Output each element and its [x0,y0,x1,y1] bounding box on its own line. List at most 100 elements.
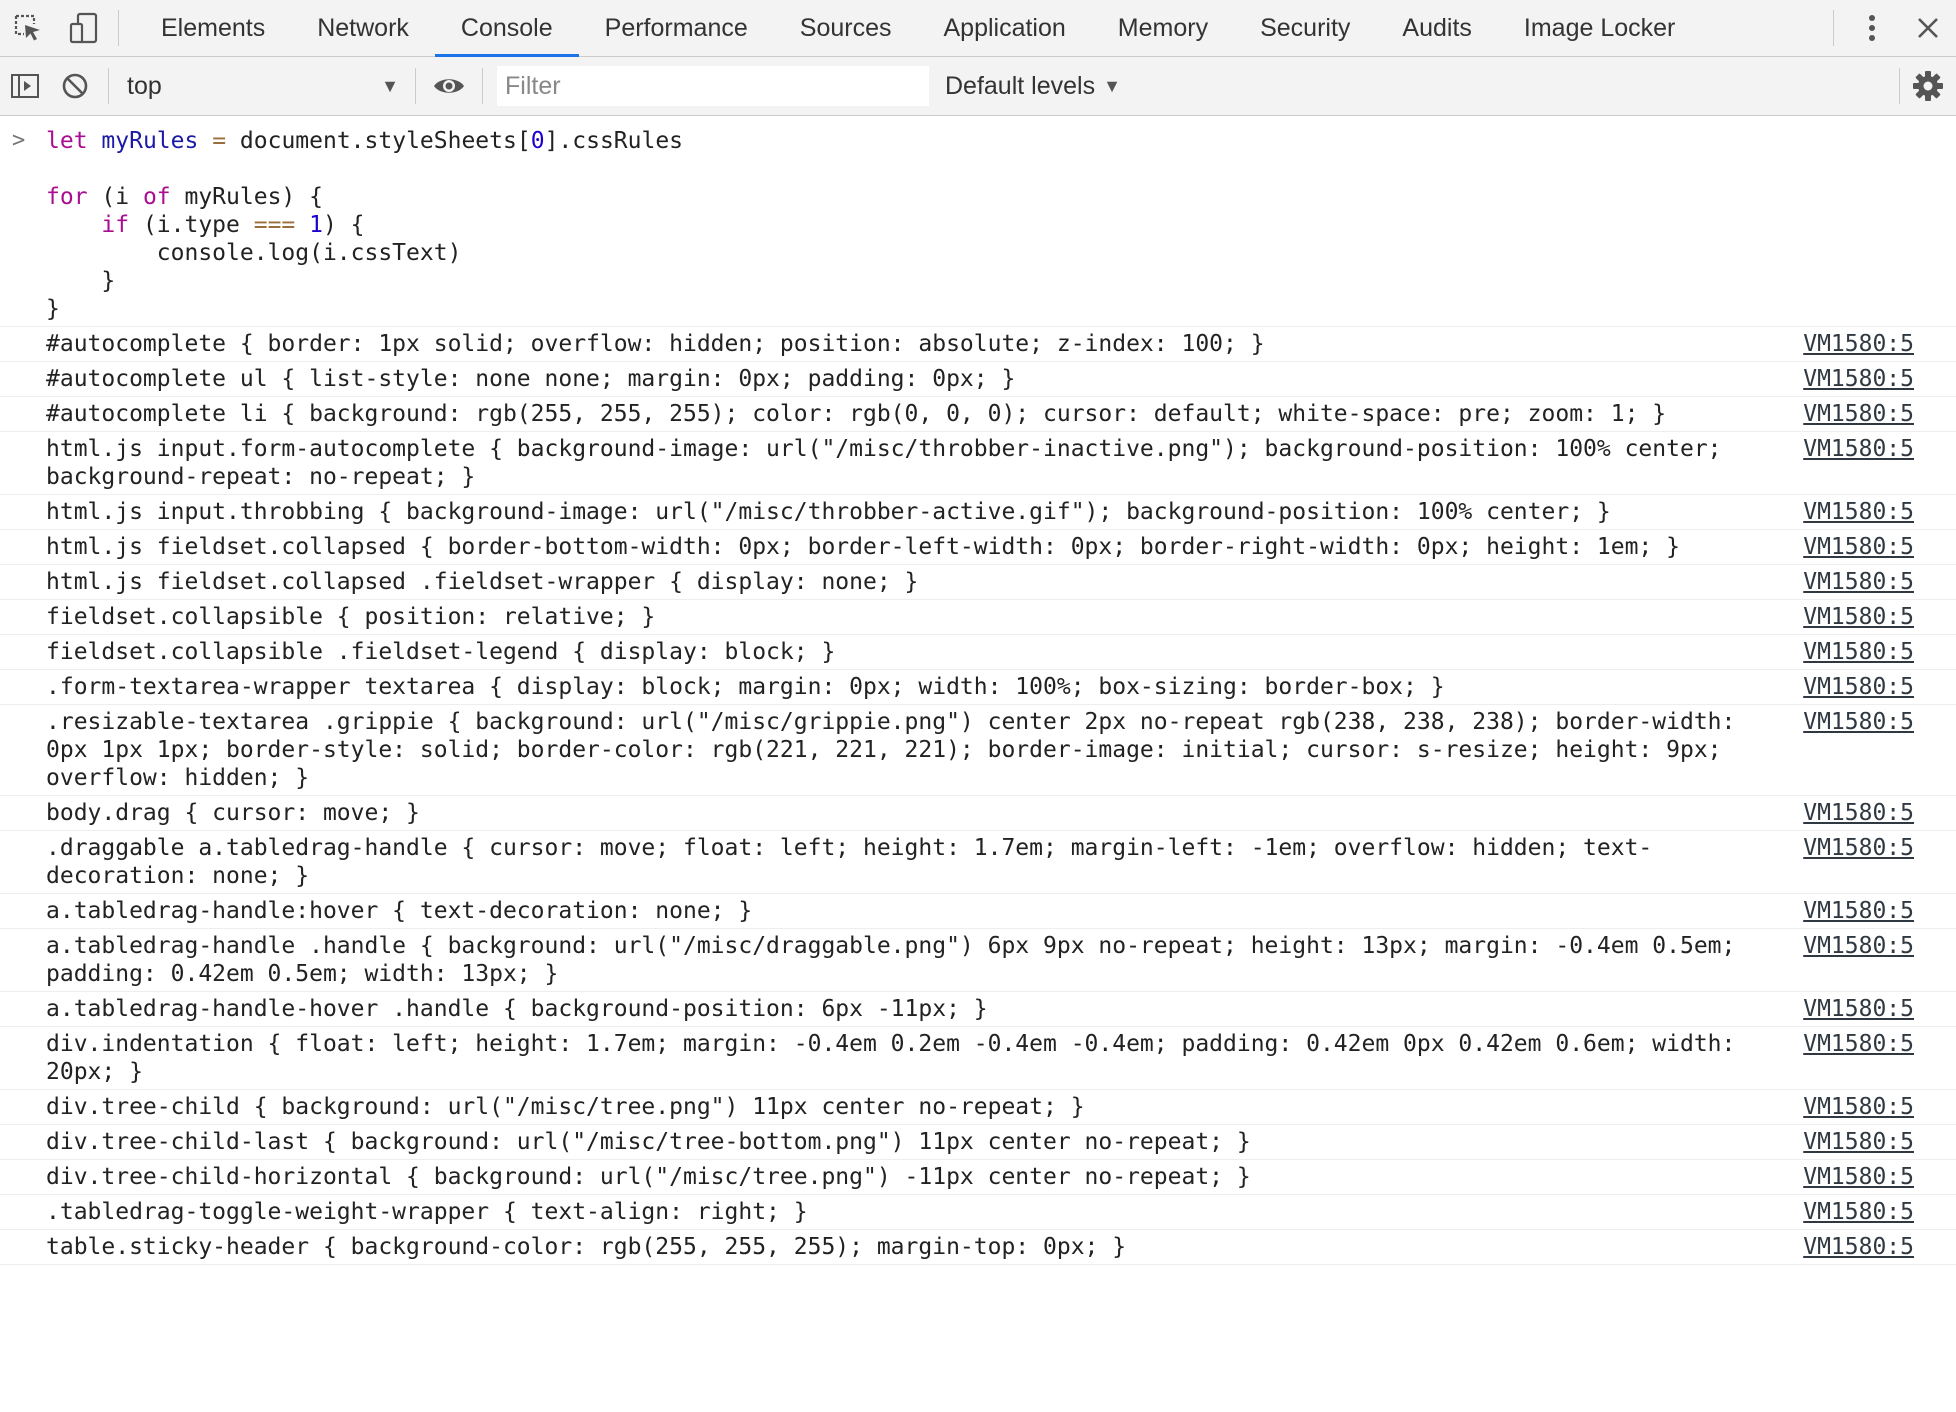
code-token: console.log(i.cssText) [46,240,462,266]
devtools-window: Elements Network Console Performance Sources… [0,0,1956,1412]
console-message-text: #autocomplete li { background: rgb(255, … [46,401,1667,427]
console-message-source-link[interactable]: VM1580:5 [1795,708,1914,736]
clear-console-icon[interactable] [50,57,100,115]
console-message-source-link[interactable]: VM1580:5 [1795,330,1914,358]
more-vertical-icon[interactable] [1844,0,1900,56]
console-message: .tabledrag-toggle-weight-wrapper { text-… [0,1195,1956,1230]
console-message: body.drag { cursor: move; } VM1580:5 [0,796,1956,831]
console-message-text: body.drag { cursor: move; } [46,800,420,826]
console-message-source-link[interactable]: VM1580:5 [1795,995,1914,1023]
device-toolbar-icon[interactable] [56,0,112,56]
code-token: for [46,184,88,210]
filter-input[interactable] [497,66,929,106]
console-message-text: .tabledrag-toggle-weight-wrapper { text-… [46,1199,808,1225]
console-message-text: .resizable-textarea .grippie { backgroun… [46,709,1750,791]
code-line: } [46,267,1956,295]
console-message-source-link[interactable]: VM1580:5 [1795,435,1914,463]
console-message-source-link[interactable]: VM1580:5 [1795,638,1914,666]
code-token: document.styleSheets[ [226,128,531,154]
console-message-text: table.sticky-header { background-color: … [46,1234,1127,1260]
tab-memory[interactable]: Memory [1092,0,1234,56]
console-message-text: html.js input.form-autocomplete { backgr… [46,436,1736,490]
close-icon[interactable] [1900,0,1956,56]
toolbar-actions [1899,57,1956,115]
code-token: ) { [322,212,365,238]
code-token: } [46,268,116,294]
log-levels-dropdown[interactable]: Default levels ▼ [945,72,1121,101]
console-message-source-link[interactable]: VM1580:5 [1795,1198,1914,1226]
console-message: html.js fieldset.collapsed .fieldset-wra… [0,565,1956,600]
devtools-tab-bar: Elements Network Console Performance Sources… [0,0,1956,57]
console-message-source-link[interactable]: VM1580:5 [1795,932,1914,960]
sidebar-toggle-icon[interactable] [0,57,50,115]
tab-elements[interactable]: Elements [135,0,291,56]
console-message-source-link[interactable]: VM1580:5 [1795,1163,1914,1191]
prompt-chevron-icon: > [12,128,26,153]
tab-security[interactable]: Security [1234,0,1376,56]
console-message: fieldset.collapsible { position: relativ… [0,600,1956,635]
console-input-code: let myRules = document.styleSheets[0].cs… [46,127,1956,323]
caret-down-icon: ▼ [381,75,399,96]
tab-performance[interactable]: Performance [579,0,774,56]
tab-console[interactable]: Console [434,0,579,57]
console-message-source-link[interactable]: VM1580:5 [1795,897,1914,925]
console-message-source-link[interactable]: VM1580:5 [1795,1093,1914,1121]
console-message-text: div.tree-child { background: url("/misc/… [46,1094,1085,1120]
eye-icon[interactable] [424,57,474,115]
tab-network[interactable]: Network [291,0,435,56]
console-message-text: #autocomplete ul { list-style: none none… [46,366,1016,392]
code-token: = [212,128,227,154]
code-token: 0 [530,128,545,154]
console-message: div.indentation { float: left; height: 1… [0,1027,1956,1090]
console-message-source-link[interactable]: VM1580:5 [1795,799,1914,827]
console-message-source-link[interactable]: VM1580:5 [1795,603,1914,631]
toolbar-separator [108,68,109,104]
console-message-text: .draggable a.tabledrag-handle { cursor: … [46,835,1653,889]
panel-tabs: Elements Network Console Performance Sources… [135,0,1701,57]
code-line: console.log(i.cssText) [46,239,1956,267]
tab-audits[interactable]: Audits [1376,0,1497,56]
console-messages: #autocomplete { border: 1px solid; overf… [0,327,1956,1265]
console-message-source-link[interactable]: VM1580:5 [1795,365,1914,393]
console-message-source-link[interactable]: VM1580:5 [1795,1233,1914,1261]
console-message-source-link[interactable]: VM1580:5 [1795,1128,1914,1156]
code-token: 1 [309,212,323,238]
tab-application[interactable]: Application [917,0,1091,56]
code-line: for (i of myRules) { [46,183,1956,211]
console-message-text: .form-textarea-wrapper textarea { displa… [46,674,1445,700]
console-message-source-link[interactable]: VM1580:5 [1795,568,1914,596]
inspect-element-icon[interactable] [0,0,56,56]
code-token: (i.type [129,212,254,238]
console-message-source-link[interactable]: VM1580:5 [1795,533,1914,561]
code-token: === [253,212,296,238]
console-message-text: #autocomplete { border: 1px solid; overf… [46,331,1265,357]
code-token: } [46,296,60,322]
console-message-source-link[interactable]: VM1580:5 [1795,834,1914,862]
console-message-source-link[interactable]: VM1580:5 [1795,1030,1914,1058]
console-message: fieldset.collapsible .fieldset-legend { … [0,635,1956,670]
console-message: a.tabledrag-handle-hover .handle { backg… [0,992,1956,1027]
console-message-source-link[interactable]: VM1580:5 [1795,673,1914,701]
console-message: a.tabledrag-handle:hover { text-decorati… [0,894,1956,929]
console-message-source-link[interactable]: VM1580:5 [1795,400,1914,428]
console-message-text: a.tabledrag-handle-hover .handle { backg… [46,996,988,1022]
console-output: > let myRules = document.styleSheets[0].… [0,116,1956,1265]
context-selector[interactable]: top ▼ [117,66,407,106]
console-message: div.tree-child-horizontal { background: … [0,1160,1956,1195]
code-line: let myRules = document.styleSheets[0].cs… [46,127,1956,155]
console-message: .form-textarea-wrapper textarea { displa… [0,670,1956,705]
console-message-text: fieldset.collapsible .fieldset-legend { … [46,639,836,665]
console-message: div.tree-child { background: url("/misc/… [0,1090,1956,1125]
console-message: html.js input.form-autocomplete { backgr… [0,432,1956,495]
tab-image-locker[interactable]: Image Locker [1498,0,1701,56]
gear-icon[interactable] [1900,57,1956,115]
console-message-source-link[interactable]: VM1580:5 [1795,498,1914,526]
caret-down-icon: ▼ [1103,75,1121,96]
tab-sources[interactable]: Sources [774,0,918,56]
console-message: table.sticky-header { background-color: … [0,1230,1956,1265]
console-message-text: div.indentation { float: left; height: 1… [46,1031,1750,1085]
console-message: html.js fieldset.collapsed { border-bott… [0,530,1956,565]
